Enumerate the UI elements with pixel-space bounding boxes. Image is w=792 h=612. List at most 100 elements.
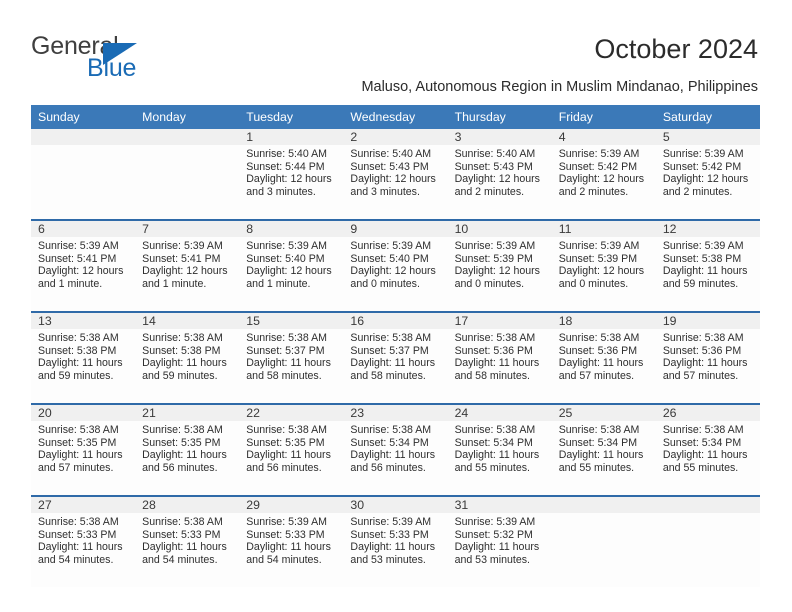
day-number: 21 (135, 405, 240, 421)
daylight-text-line1: Daylight: 11 hours (38, 541, 123, 554)
calendar-day-cell[interactable]: 14 Sunrise: 5:38 AM Sunset: 5:38 PM Dayligh… (135, 311, 240, 404)
day-details: Sunrise: 5:38 AM Sunset: 5:35 PM Daylight:… (239, 421, 343, 474)
calendar-day-cell[interactable] (655, 495, 760, 587)
daylight-text-line2: and 56 minutes. (350, 461, 426, 474)
calendar-day-cell[interactable]: 3 Sunrise: 5:40 AM Sunset: 5:43 PM Daylight… (447, 129, 552, 220)
sunset-text: Sunset: 5:40 PM (246, 252, 325, 265)
day-number (655, 497, 760, 513)
sunrise-text: Sunrise: 5:38 AM (38, 332, 119, 344)
day-details: Sunrise: 5:39 AM Sunset: 5:40 PM Daylight:… (343, 237, 447, 290)
sunset-text: Sunset: 5:35 PM (38, 436, 117, 449)
sunrise-text: Sunrise: 5:38 AM (246, 332, 327, 344)
day-number: 26 (655, 405, 760, 421)
calendar-day-cell[interactable]: 5 Sunrise: 5:39 AM Sunset: 5:42 PM Daylight… (655, 129, 760, 220)
sunset-text: Sunset: 5:42 PM (558, 160, 638, 173)
daylight-text-line1: Daylight: 11 hours (38, 449, 123, 462)
calendar-day-cell[interactable]: 11 Sunrise: 5:39 AM Sunset: 5:39 PM Dayligh… (551, 219, 656, 312)
day-number (31, 129, 136, 145)
daylight-text-line2: and 58 minutes. (350, 369, 426, 382)
sunrise-text: Sunrise: 5:38 AM (38, 516, 119, 528)
calendar-day-cell[interactable]: 13 Sunrise: 5:38 AM Sunset: 5:38 PM Dayligh… (31, 311, 136, 404)
calendar-day-cell[interactable]: 12 Sunrise: 5:39 AM Sunset: 5:38 PM Dayligh… (655, 219, 760, 312)
day-number: 28 (135, 497, 240, 513)
calendar-day-cell[interactable]: 9 Sunrise: 5:39 AM Sunset: 5:40 PM Daylight… (343, 219, 448, 312)
day-details: Sunrise: 5:39 AM Sunset: 5:33 PM Daylight:… (343, 513, 447, 566)
day-details: Sunrise: 5:38 AM Sunset: 5:34 PM Daylight:… (656, 421, 760, 474)
sunrise-text: Sunrise: 5:39 AM (246, 240, 327, 252)
sunrise-text: Sunrise: 5:38 AM (350, 424, 432, 436)
weekday-header-thursday: Thursday (447, 105, 552, 129)
calendar-day-cell[interactable]: 6 Sunrise: 5:39 AM Sunset: 5:41 PM Daylight… (31, 219, 136, 312)
daylight-text-line1: Daylight: 12 hours (454, 265, 540, 278)
logo-text-blue: Blue (87, 54, 137, 82)
sunrise-text: Sunrise: 5:38 AM (142, 516, 223, 528)
daylight-text-line2: and 53 minutes. (350, 553, 426, 566)
daylight-text-line1: Daylight: 11 hours (246, 541, 331, 554)
generalblue-logo[interactable]: General Blue (31, 32, 211, 86)
daylight-text-line2: and 0 minutes. (350, 277, 420, 290)
calendar-day-cell[interactable]: 7 Sunrise: 5:39 AM Sunset: 5:41 PM Daylight… (135, 219, 240, 312)
calendar-page: General Blue October 2024 Maluso, Autono… (0, 0, 792, 612)
sunrise-text: Sunrise: 5:38 AM (38, 424, 119, 436)
sunset-text: Sunset: 5:34 PM (350, 436, 429, 449)
daylight-text-line1: Daylight: 11 hours (558, 357, 644, 370)
calendar-day-cell[interactable]: 30 Sunrise: 5:39 AM Sunset: 5:33 PM Dayligh… (343, 495, 448, 587)
sunrise-text: Sunrise: 5:39 AM (454, 240, 536, 252)
calendar-day-cell[interactable] (551, 495, 656, 587)
sunset-text: Sunset: 5:36 PM (662, 344, 742, 357)
day-number: 30 (343, 497, 448, 513)
calendar-day-cell[interactable]: 24 Sunrise: 5:38 AM Sunset: 5:34 PM Dayligh… (447, 403, 552, 496)
daylight-text-line2: and 2 minutes. (558, 185, 629, 198)
sunrise-text: Sunrise: 5:39 AM (38, 240, 119, 252)
day-details: Sunrise: 5:39 AM Sunset: 5:39 PM Daylight:… (552, 237, 656, 290)
calendar-day-cell[interactable]: 1 Sunrise: 5:40 AM Sunset: 5:44 PM Daylight… (239, 129, 344, 220)
calendar-day-cell[interactable]: 15 Sunrise: 5:38 AM Sunset: 5:37 PM Dayligh… (239, 311, 344, 404)
calendar-day-cell[interactable]: 4 Sunrise: 5:39 AM Sunset: 5:42 PM Daylight… (551, 129, 656, 220)
day-number: 25 (551, 405, 656, 421)
day-number: 15 (239, 313, 344, 329)
calendar-day-cell[interactable] (135, 129, 240, 220)
calendar-day-cell[interactable]: 19 Sunrise: 5:38 AM Sunset: 5:36 PM Dayligh… (655, 311, 760, 404)
daylight-text-line1: Daylight: 11 hours (454, 449, 540, 462)
calendar-day-cell[interactable]: 8 Sunrise: 5:39 AM Sunset: 5:40 PM Daylight… (239, 219, 344, 312)
calendar-day-cell[interactable]: 29 Sunrise: 5:39 AM Sunset: 5:33 PM Dayligh… (239, 495, 344, 587)
calendar-day-cell[interactable]: 22 Sunrise: 5:38 AM Sunset: 5:35 PM Dayligh… (239, 403, 344, 496)
calendar-day-cell[interactable]: 31 Sunrise: 5:39 AM Sunset: 5:32 PM Dayligh… (447, 495, 552, 587)
calendar-day-cell[interactable]: 16 Sunrise: 5:38 AM Sunset: 5:37 PM Dayligh… (343, 311, 448, 404)
daylight-text-line2: and 1 minute. (38, 277, 103, 290)
calendar-day-cell[interactable] (31, 129, 136, 220)
calendar-day-cell[interactable]: 17 Sunrise: 5:38 AM Sunset: 5:36 PM Dayligh… (447, 311, 552, 404)
day-details (31, 145, 135, 148)
calendar-day-cell[interactable]: 27 Sunrise: 5:38 AM Sunset: 5:33 PM Dayligh… (31, 495, 136, 587)
calendar-day-cell[interactable]: 25 Sunrise: 5:38 AM Sunset: 5:34 PM Dayligh… (551, 403, 656, 496)
sunrise-text: Sunrise: 5:38 AM (142, 332, 223, 344)
sunset-text: Sunset: 5:36 PM (558, 344, 638, 357)
daylight-text-line1: Daylight: 12 hours (662, 173, 749, 186)
day-details: Sunrise: 5:38 AM Sunset: 5:36 PM Daylight:… (656, 329, 760, 382)
daylight-text-line1: Daylight: 11 hours (454, 357, 540, 370)
day-details: Sunrise: 5:39 AM Sunset: 5:40 PM Daylight:… (239, 237, 343, 290)
calendar-day-cell[interactable]: 26 Sunrise: 5:38 AM Sunset: 5:34 PM Dayligh… (655, 403, 760, 496)
sunrise-text: Sunrise: 5:40 AM (350, 148, 432, 160)
calendar-day-cell[interactable]: 21 Sunrise: 5:38 AM Sunset: 5:35 PM Dayligh… (135, 403, 240, 496)
daylight-text-line2: and 58 minutes. (246, 369, 322, 382)
sunrise-text: Sunrise: 5:38 AM (558, 332, 640, 344)
calendar-day-cell[interactable]: 20 Sunrise: 5:38 AM Sunset: 5:35 PM Dayligh… (31, 403, 136, 496)
day-number (551, 497, 656, 513)
daylight-text-line2: and 1 minute. (142, 277, 207, 290)
day-number: 10 (447, 221, 552, 237)
calendar-day-cell[interactable]: 10 Sunrise: 5:39 AM Sunset: 5:39 PM Dayligh… (447, 219, 552, 312)
daylight-text-line2: and 55 minutes. (454, 461, 530, 474)
calendar-day-cell[interactable]: 2 Sunrise: 5:40 AM Sunset: 5:43 PM Daylight… (343, 129, 448, 220)
day-number: 16 (343, 313, 448, 329)
day-number: 27 (31, 497, 136, 513)
weekday-header-wednesday: Wednesday (343, 105, 448, 129)
day-details: Sunrise: 5:38 AM Sunset: 5:37 PM Daylight:… (343, 329, 447, 382)
daylight-text-line1: Daylight: 11 hours (142, 357, 227, 370)
sunset-text: Sunset: 5:44 PM (246, 160, 325, 173)
calendar-day-cell[interactable]: 18 Sunrise: 5:38 AM Sunset: 5:36 PM Dayligh… (551, 311, 656, 404)
calendar-day-cell[interactable]: 23 Sunrise: 5:38 AM Sunset: 5:34 PM Dayligh… (343, 403, 448, 496)
day-details: Sunrise: 5:38 AM Sunset: 5:38 PM Daylight:… (31, 329, 135, 382)
calendar-day-cell[interactable]: 28 Sunrise: 5:38 AM Sunset: 5:33 PM Dayligh… (135, 495, 240, 587)
day-number: 2 (343, 129, 448, 145)
